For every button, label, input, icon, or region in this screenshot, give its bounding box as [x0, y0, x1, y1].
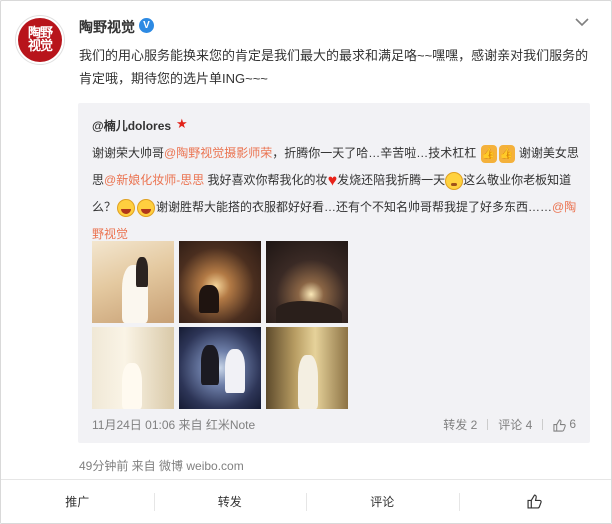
quoted-post[interactable]: @楠儿dolores ★ 谢谢荣大帅哥@陶野视觉摄影师荣，折腾你一天了哈…辛苦啦…	[78, 103, 590, 443]
quote-text-segment: 谢谢荣大帅哥	[92, 146, 165, 160]
post-text: 我们的用心服务能换来您的肯定是我们最大的最求和满足咯~~嘿嘿，感谢亲对我们服务的…	[79, 48, 589, 86]
photo-thumbnail[interactable]	[92, 327, 174, 409]
quote-timestamp-source[interactable]: 11月24日 01:06 来自 红米Note	[92, 416, 255, 433]
star-icon: ★	[176, 116, 188, 131]
laughing-emoji-icon	[137, 199, 156, 218]
quote-author-name[interactable]: @楠儿dolores	[92, 117, 171, 134]
quote-text-segment: 谢谢胜帮大能搭的衣服都好好看…还有个不知名帅哥帮我提了好多东西……	[156, 200, 553, 215]
author-name[interactable]: 陶野视觉	[79, 17, 135, 37]
like-button[interactable]	[458, 480, 612, 523]
thumbs-up-icon	[553, 419, 567, 432]
quote-actions: 转发 2 评论 4 6	[443, 416, 576, 433]
laughing-emoji-icon	[117, 199, 136, 218]
thumbs-up-emoji-icon: 👍	[480, 145, 497, 163]
heart-emoji-icon: ♥	[327, 172, 338, 190]
quote-comment-link[interactable]: 评论 4	[498, 416, 532, 433]
photo-thumbnail[interactable]	[266, 241, 348, 323]
divider	[487, 419, 489, 430]
quote-repost-link[interactable]: 转发 2	[443, 416, 477, 433]
crying-emoji-icon	[445, 171, 464, 190]
comment-button[interactable]: 评论	[306, 480, 459, 523]
quote-text-segment: 发烧还陪我折腾一天	[337, 173, 446, 187]
brand-seal-logo: 陶野视觉	[18, 18, 62, 62]
action-bar: 推广 转发 评论	[1, 479, 611, 523]
quote-like-button[interactable]: 6	[553, 417, 576, 431]
photo-thumbnail[interactable]	[266, 327, 348, 409]
divider	[542, 419, 544, 430]
quote-text-segment: 我好喜欢你帮我化的妆	[207, 173, 328, 187]
post-timestamp-source[interactable]: 49分钟前 来自 微博 weibo.com	[79, 457, 244, 474]
repost-button[interactable]: 转发	[153, 480, 307, 523]
quote-text: 谢谢荣大帅哥@陶野视觉摄影师荣，折腾你一天了哈…辛苦啦…技术杠杠 👍 👍 谢谢美女…	[92, 140, 580, 248]
weibo-post-card: 陶野视觉 陶野视觉 V 我们的用心服务能换来您的肯定是我们最大的最求和满足咯~~…	[0, 0, 612, 524]
photo-thumbnail[interactable]	[179, 327, 261, 409]
thumbs-up-emoji-icon: 👍	[498, 145, 515, 163]
mention-link[interactable]: @陶野视觉摄影师荣	[164, 146, 272, 160]
quote-text-segment: ，折腾你一天了哈…辛苦啦…技术杠杠	[272, 146, 477, 160]
quote-like-count: 6	[569, 417, 576, 432]
avatar[interactable]: 陶野视觉	[15, 15, 65, 65]
verified-badge-icon: V	[139, 18, 154, 33]
photo-thumbnail[interactable]	[92, 241, 174, 323]
mention-link[interactable]: @新娘化妆师-思思	[104, 173, 204, 187]
photo-thumbnail[interactable]	[179, 241, 261, 323]
promote-button[interactable]: 推广	[1, 480, 154, 523]
chevron-down-icon[interactable]	[575, 17, 589, 27]
thumbs-up-icon	[527, 494, 542, 509]
